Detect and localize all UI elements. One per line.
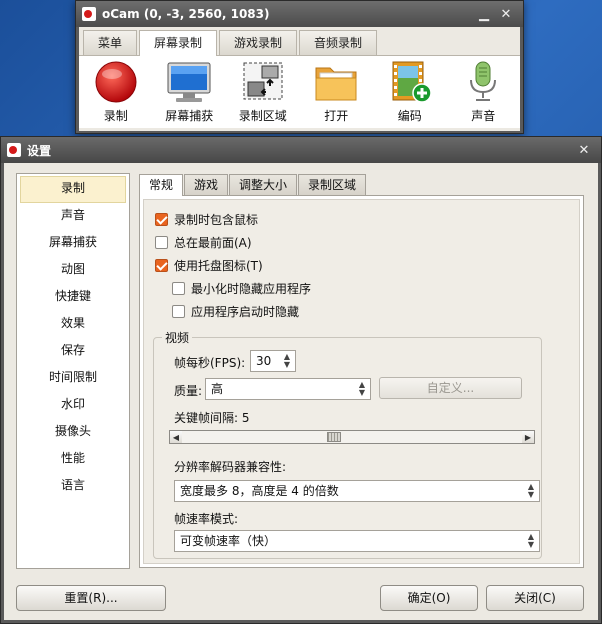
encode-label: 编码 bbox=[397, 109, 422, 123]
fps-label: 帧每秒(FPS): bbox=[174, 356, 246, 370]
record-label: 录制 bbox=[103, 109, 128, 123]
sidebar-item-language[interactable]: 语言 bbox=[20, 473, 126, 500]
quality-value: 高 bbox=[211, 382, 224, 396]
keyframe-slider-thumb[interactable] bbox=[326, 432, 341, 442]
sidebar-item-time-limit[interactable]: 时间限制 bbox=[20, 365, 126, 392]
minimize-icon[interactable]: ▁ bbox=[473, 4, 495, 24]
reset-button[interactable]: 重置(R)... bbox=[16, 585, 166, 611]
settings-dialog: 设置 ✕ 录制 声音 屏幕捕获 动图 快捷键 效果 保存 时间限制 水印 摄像头… bbox=[0, 136, 602, 624]
tab-audio-record[interactable]: 音频录制 bbox=[299, 30, 378, 55]
film-add-icon bbox=[387, 60, 433, 104]
resolution-select[interactable]: 宽度最多 8，高度是 4 的倍数 ▲ ▼ bbox=[174, 480, 540, 502]
dialog-close-icon[interactable]: ✕ bbox=[573, 140, 595, 160]
dialog-title: 设置 bbox=[27, 143, 52, 158]
sidebar-item-watermark[interactable]: 水印 bbox=[20, 392, 126, 419]
hide-on-start-option[interactable]: 应用程序启动时隐藏 bbox=[172, 302, 299, 320]
close-icon[interactable]: ✕ bbox=[495, 4, 517, 24]
always-on-top-option[interactable]: 总在最前面(A) bbox=[155, 233, 252, 251]
dialog-titlebar: 设置 ✕ bbox=[1, 137, 601, 163]
main-tab-bar: 菜单 屏幕录制 游戏录制 音频录制 bbox=[79, 27, 520, 56]
ok-button[interactable]: 确定(O) bbox=[380, 585, 478, 611]
sidebar-item-save[interactable]: 保存 bbox=[20, 338, 126, 365]
resolution-label: 分辨率解码器兼容性: bbox=[174, 460, 287, 474]
include-cursor-checkbox[interactable] bbox=[155, 212, 168, 226]
custom-button: 自定义... bbox=[379, 377, 522, 399]
select-arrows-icon: ▲ ▼ bbox=[527, 482, 535, 499]
toolbar: 录制 屏幕捕获 录制区域 打开 编码 声音 bbox=[79, 55, 520, 128]
slider-right-arrow-icon[interactable]: ▶ bbox=[522, 431, 534, 443]
hide-on-start-checkbox[interactable] bbox=[172, 304, 185, 318]
record-area-label: 录制区域 bbox=[238, 109, 287, 123]
quality-select[interactable]: 高 ▲ ▼ bbox=[205, 378, 371, 400]
hide-on-minimize-checkbox[interactable] bbox=[172, 281, 185, 295]
main-window-title: oCam (0, -3, 2560, 1083) bbox=[102, 7, 270, 21]
monitor-icon bbox=[166, 60, 212, 104]
hide-on-minimize-option[interactable]: 最小化时隐藏应用程序 bbox=[172, 279, 311, 297]
hide-on-minimize-label: 最小化时隐藏应用程序 bbox=[191, 281, 312, 296]
record-icon bbox=[93, 60, 139, 104]
keyframe-slider[interactable]: ◀ ▶ bbox=[169, 430, 535, 444]
ocam-app-icon bbox=[82, 7, 96, 21]
spin-arrows-icon[interactable]: ▲ ▼ bbox=[279, 351, 295, 371]
framerate-select[interactable]: 可变帧速率（快） ▲ ▼ bbox=[174, 530, 540, 552]
screen-capture-button[interactable]: 屏幕捕获 bbox=[157, 60, 221, 128]
sidebar-item-screen-capture[interactable]: 屏幕捕获 bbox=[20, 230, 126, 257]
audio-button[interactable]: 声音 bbox=[451, 60, 515, 128]
sidebar-item-sound[interactable]: 声音 bbox=[20, 203, 126, 230]
sidebar-item-performance[interactable]: 性能 bbox=[20, 446, 126, 473]
tab-screen-record[interactable]: 屏幕录制 bbox=[139, 30, 218, 56]
record-button[interactable]: 录制 bbox=[84, 60, 148, 128]
tray-icon-checkbox[interactable] bbox=[155, 258, 168, 272]
select-arrows-icon: ▲ ▼ bbox=[358, 380, 366, 397]
open-button[interactable]: 打开 bbox=[304, 60, 368, 128]
tab-general[interactable]: 常规 bbox=[139, 174, 184, 196]
sidebar-item-webcam[interactable]: 摄像头 bbox=[20, 419, 126, 446]
tab-menu[interactable]: 菜单 bbox=[83, 30, 138, 55]
fps-spinner[interactable]: 30 ▲ ▼ bbox=[250, 350, 296, 372]
record-area-button[interactable]: 录制区域 bbox=[231, 60, 295, 128]
screen-capture-label: 屏幕捕获 bbox=[165, 109, 214, 123]
tab-record-area[interactable]: 录制区域 bbox=[298, 174, 367, 195]
microphone-icon bbox=[460, 60, 506, 104]
keyframe-label: 关键帧间隔: 5 bbox=[174, 411, 250, 425]
resize-area-icon bbox=[240, 60, 286, 104]
settings-app-icon bbox=[7, 143, 21, 157]
sidebar-item-record[interactable]: 录制 bbox=[20, 176, 126, 203]
quality-label: 质量: bbox=[174, 384, 203, 398]
settings-tab-bar: 常规 游戏 调整大小 录制区域 bbox=[139, 174, 367, 196]
always-on-top-checkbox[interactable] bbox=[155, 235, 168, 249]
sidebar-item-effects[interactable]: 效果 bbox=[20, 311, 126, 338]
tab-resize[interactable]: 调整大小 bbox=[229, 174, 298, 195]
settings-sidebar: 录制 声音 屏幕捕获 动图 快捷键 效果 保存 时间限制 水印 摄像头 性能 语… bbox=[16, 173, 130, 569]
tab-game-record[interactable]: 游戏录制 bbox=[219, 30, 298, 55]
sidebar-item-hotkeys[interactable]: 快捷键 bbox=[20, 284, 126, 311]
main-titlebar: oCam (0, -3, 2560, 1083) ▁ ✕ bbox=[76, 1, 523, 27]
resolution-value: 宽度最多 8，高度是 4 的倍数 bbox=[180, 484, 339, 498]
hide-on-start-label: 应用程序启动时隐藏 bbox=[191, 304, 300, 319]
ocam-main-window: oCam (0, -3, 2560, 1083) ▁ ✕ 菜单 屏幕录制 游戏录… bbox=[75, 0, 524, 134]
select-arrows-icon: ▲ ▼ bbox=[527, 532, 535, 549]
video-group-legend: 视频 bbox=[162, 329, 193, 346]
framerate-label: 帧速率模式: bbox=[174, 512, 239, 526]
tray-icon-option[interactable]: 使用托盘图标(T) bbox=[155, 256, 263, 274]
general-panel: 录制时包含鼠标 总在最前面(A) 使用托盘图标(T) 最小化时隐藏应用程序 应用… bbox=[139, 195, 584, 568]
always-on-top-label: 总在最前面(A) bbox=[174, 235, 252, 250]
tab-game[interactable]: 游戏 bbox=[184, 174, 229, 195]
sidebar-item-gif[interactable]: 动图 bbox=[20, 257, 126, 284]
video-group: 视频 帧每秒(FPS): 30 ▲ ▼ 质量: 高 ▲ ▼ 自定义... 关键帧间隔… bbox=[153, 329, 542, 559]
include-cursor-label: 录制时包含鼠标 bbox=[174, 212, 259, 227]
include-cursor-option[interactable]: 录制时包含鼠标 bbox=[155, 210, 258, 228]
tray-icon-label: 使用托盘图标(T) bbox=[174, 258, 263, 273]
close-button[interactable]: 关闭(C) bbox=[486, 585, 584, 611]
audio-label: 声音 bbox=[471, 109, 496, 123]
fps-value: 30 bbox=[256, 354, 272, 368]
slider-left-arrow-icon[interactable]: ◀ bbox=[170, 431, 182, 443]
folder-icon bbox=[313, 60, 359, 104]
framerate-value: 可变帧速率（快） bbox=[180, 534, 277, 548]
encode-button[interactable]: 编码 bbox=[378, 60, 442, 128]
open-label: 打开 bbox=[324, 109, 349, 123]
